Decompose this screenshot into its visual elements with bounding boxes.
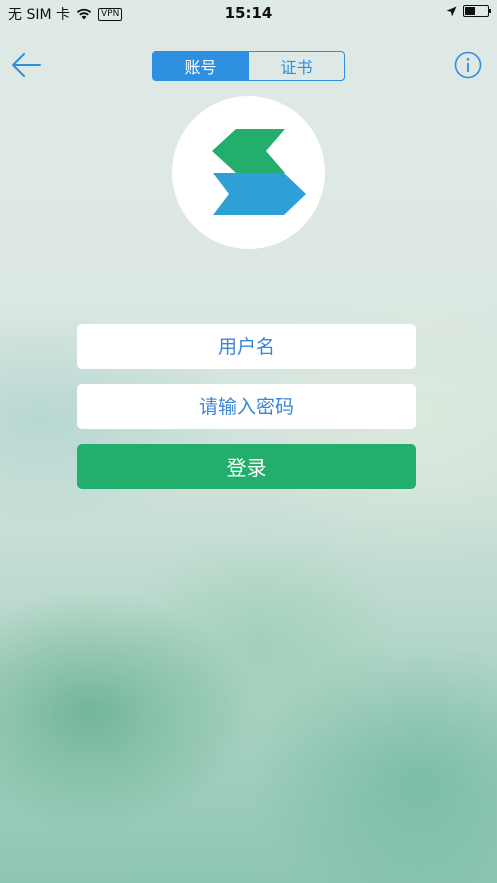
tab-account[interactable]: 账号 [153,52,248,80]
location-arrow-icon [446,6,457,16]
password-input[interactable] [77,384,416,429]
battery-icon [463,5,491,17]
battery-level [465,7,475,15]
segmented-control: 账号 证书 [152,51,345,81]
username-input[interactable] [77,324,416,369]
tab-certificate[interactable]: 证书 [248,52,344,80]
status-bar: 无 SIM 卡 VPN 15:14 [0,0,497,27]
app-logo-icon [212,129,306,215]
status-right [446,5,491,17]
app-logo [172,96,325,249]
back-arrow-icon[interactable] [10,50,42,80]
login-button[interactable]: 登录 [77,444,416,489]
status-time: 15:14 [224,4,273,22]
info-icon[interactable] [454,51,482,79]
